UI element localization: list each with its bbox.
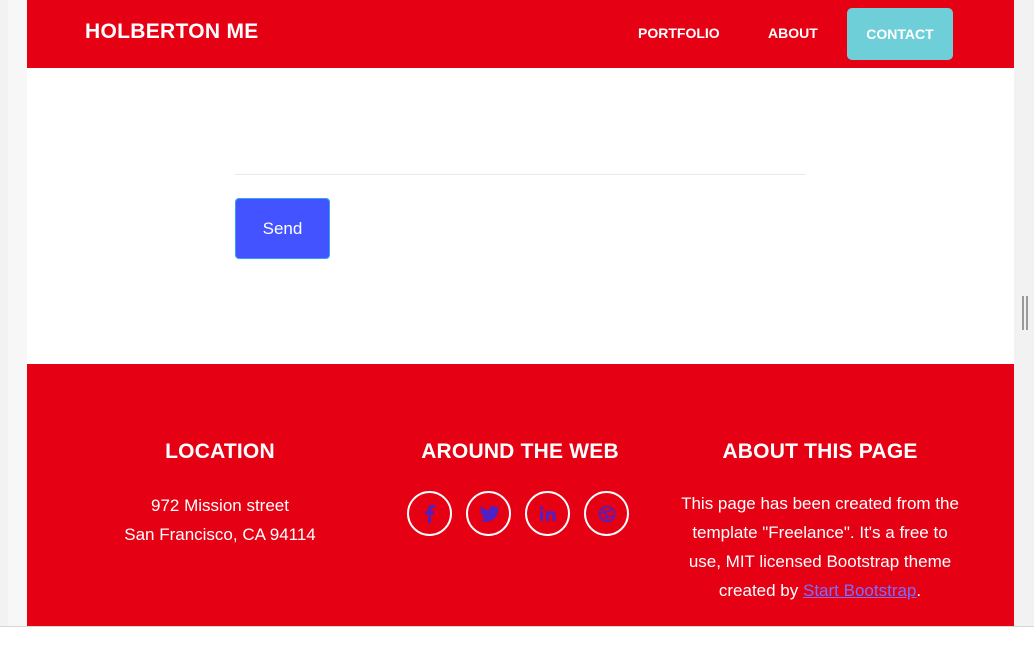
footer: LOCATION 972 Mission street San Francisc… (27, 364, 1014, 626)
resize-handle[interactable] (1022, 296, 1028, 330)
about-page-text: This page has been created from the temp… (680, 489, 960, 605)
navbar: HOLBERTON ME PORTFOLIO ABOUT CONTACT (27, 0, 1014, 68)
message-field-underline[interactable] (235, 174, 806, 175)
facebook-icon (424, 504, 435, 523)
send-button[interactable]: Send (235, 198, 330, 259)
facebook-button[interactable] (407, 491, 452, 536)
about-page-heading: ABOUT THIS PAGE (722, 440, 918, 463)
brand-link[interactable]: HOLBERTON ME (85, 20, 259, 44)
address-line-1: 972 Mission street (151, 496, 289, 515)
nav-link-about[interactable]: ABOUT (768, 25, 818, 41)
linkedin-button[interactable] (525, 491, 570, 536)
twitter-icon (479, 505, 499, 522)
twitter-button[interactable] (466, 491, 511, 536)
dribbble-icon (598, 505, 615, 522)
page: HOLBERTON ME PORTFOLIO ABOUT CONTACT Sen… (27, 0, 1014, 626)
about-end: . (916, 581, 922, 600)
around-web-heading: AROUND THE WEB (421, 440, 619, 463)
nav-link-portfolio[interactable]: PORTFOLIO (638, 25, 720, 41)
location-address: 972 Mission street San Francisco, CA 941… (75, 491, 365, 549)
linkedin-icon (539, 505, 555, 521)
social-links (407, 491, 647, 541)
left-gutter (0, 0, 27, 626)
nav-link-contact[interactable]: CONTACT (847, 8, 953, 60)
window-bottom-edge (0, 626, 1034, 659)
address-line-2: San Francisco, CA 94114 (124, 525, 316, 544)
location-heading: LOCATION (165, 440, 275, 463)
dribbble-button[interactable] (584, 491, 629, 536)
start-bootstrap-link[interactable]: Start Bootstrap (803, 581, 916, 600)
